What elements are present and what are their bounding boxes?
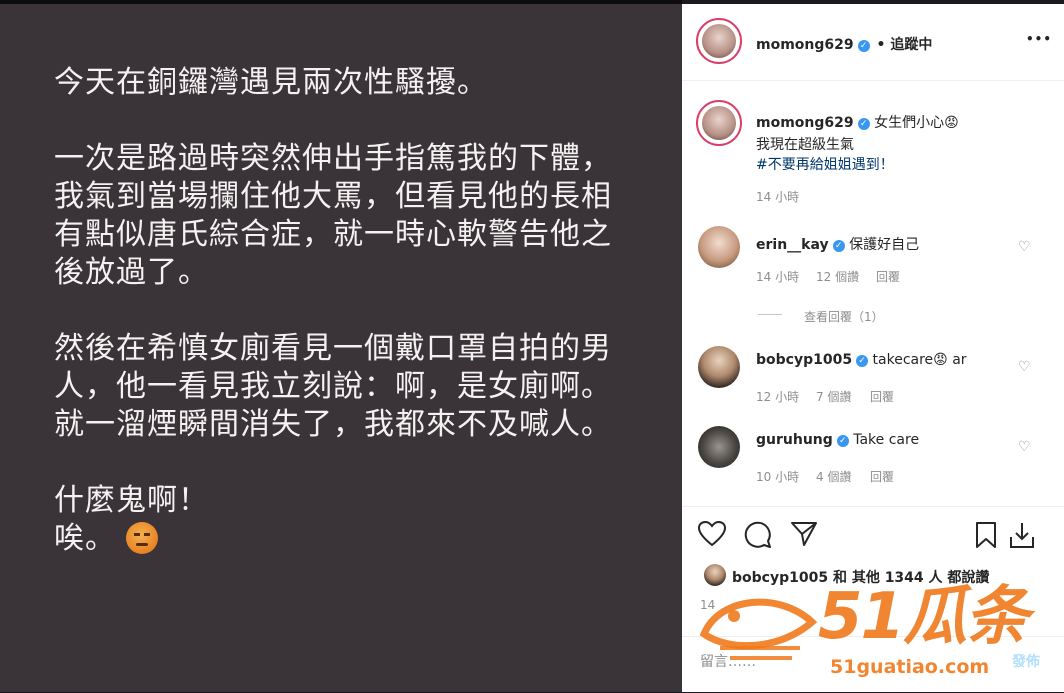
comment-reply-button[interactable]: 回覆 xyxy=(876,268,900,285)
comment-username[interactable]: bobcyp1005 xyxy=(756,352,852,368)
comment-time[interactable]: 10 小時 xyxy=(756,468,799,485)
commenter-avatar[interactable] xyxy=(698,346,740,388)
comment-text: Take care xyxy=(853,432,920,448)
story-paragraph-2: 一次是路過時突然伸出手指篤我的下體，我氣到當場攔住他大罵，但看見他的長相有點似唐… xyxy=(54,141,612,290)
watermark-brand: 51瓜条 xyxy=(818,580,1029,654)
story-paragraph-4: 什麼鬼啊！ xyxy=(54,483,209,518)
post-header: momong629 ✓ • 追蹤中 ••• xyxy=(682,4,1064,81)
caption-time[interactable]: 14 小時 xyxy=(756,188,799,205)
bookmark-icon[interactable] xyxy=(974,521,998,549)
story-paragraph-1: 今天在銅鑼灣遇見兩次性騷擾。 xyxy=(54,65,488,100)
header-username-text[interactable]: momong629 xyxy=(756,37,854,53)
avatar[interactable] xyxy=(696,18,742,64)
heart-icon[interactable] xyxy=(698,521,726,547)
replies-divider xyxy=(758,314,782,315)
view-replies-button[interactable]: 查看回覆（1） xyxy=(804,308,884,325)
comment-time[interactable]: 14 小時 xyxy=(756,268,799,285)
watermark-url: 51guatiao.com xyxy=(830,656,990,678)
caption-hashtag[interactable]: #不要再給姐姐遇到！ xyxy=(756,154,894,174)
watermark-logo: 51瓜条 51guatiao.com xyxy=(700,580,1064,692)
commenter-avatar[interactable] xyxy=(698,226,740,268)
post-actions xyxy=(682,506,1064,557)
watermark-fish-icon xyxy=(700,598,818,660)
caption-line-2: 我現在超級生氣 xyxy=(756,137,854,153)
more-options-icon[interactable]: ••• xyxy=(1026,32,1052,46)
comment-reply-button[interactable]: 回覆 xyxy=(870,388,894,405)
caption-username[interactable]: momong629 xyxy=(756,115,854,131)
comment-time[interactable]: 12 小時 xyxy=(756,388,799,405)
verified-badge-icon: ✓ xyxy=(857,118,870,130)
story-text: 今天在銅鑼灣遇見兩次性騷擾。 一次是路過時突然伸出手指篤我的下體，我氣到當場攔住… xyxy=(54,64,634,558)
verified-badge-icon: ✓ xyxy=(836,435,849,447)
comment-username[interactable]: erin__kay xyxy=(756,237,829,253)
comment-likes[interactable]: 4 個讚 xyxy=(816,468,851,485)
verified-badge-icon: ✓ xyxy=(832,240,845,252)
comment-likes[interactable]: 12 個讚 xyxy=(816,268,859,285)
caption-first-line: momong629 ✓ 女生們小心😡 xyxy=(756,112,959,132)
comment-2: bobcyp1005 ✓ takecare😡 ar xyxy=(756,352,967,368)
story-paragraph-5: 唉。 xyxy=(54,520,634,558)
verified-badge-icon: ✓ xyxy=(856,355,869,367)
share-icon[interactable] xyxy=(790,521,818,547)
follow-status[interactable]: • 追蹤中 xyxy=(877,37,933,53)
story-image: 今天在銅鑼灣遇見兩次性騷擾。 一次是路過時突然伸出手指篤我的下體，我氣到當場攔住… xyxy=(0,0,682,692)
caption-text: 女生們小心😡 xyxy=(874,115,959,131)
like-comment-heart-icon[interactable]: ♡ xyxy=(1018,240,1032,254)
comment-reply-button[interactable]: 回覆 xyxy=(870,468,894,485)
comment-text: 保護好自己 xyxy=(849,237,920,253)
comment-1: erin__kay ✓ 保護好自己 xyxy=(756,234,919,254)
download-icon[interactable] xyxy=(1008,521,1036,549)
story-paragraph-5-text: 唉。 xyxy=(54,521,116,556)
comment-3: guruhung ✓ Take care xyxy=(756,432,919,448)
verified-badge-icon: ✓ xyxy=(857,40,870,52)
comment-likes[interactable]: 7 個讚 xyxy=(816,388,851,405)
commenter-avatar[interactable] xyxy=(698,426,740,468)
header-username[interactable]: momong629 ✓ • 追蹤中 xyxy=(756,34,932,54)
story-paragraph-3: 然後在希慎女廁看見一個戴口罩自拍的男人，他一看見我立刻說：啊，是女廁啊。就一溜煙… xyxy=(54,331,612,442)
comment-username[interactable]: guruhung xyxy=(756,432,833,448)
angry-face-icon xyxy=(126,522,158,554)
caption-avatar[interactable] xyxy=(696,100,742,146)
comment-icon[interactable] xyxy=(744,521,772,549)
comment-text: takecare😡 ar xyxy=(872,352,967,368)
like-comment-heart-icon[interactable]: ♡ xyxy=(1018,440,1032,454)
like-comment-heart-icon[interactable]: ♡ xyxy=(1018,360,1032,374)
